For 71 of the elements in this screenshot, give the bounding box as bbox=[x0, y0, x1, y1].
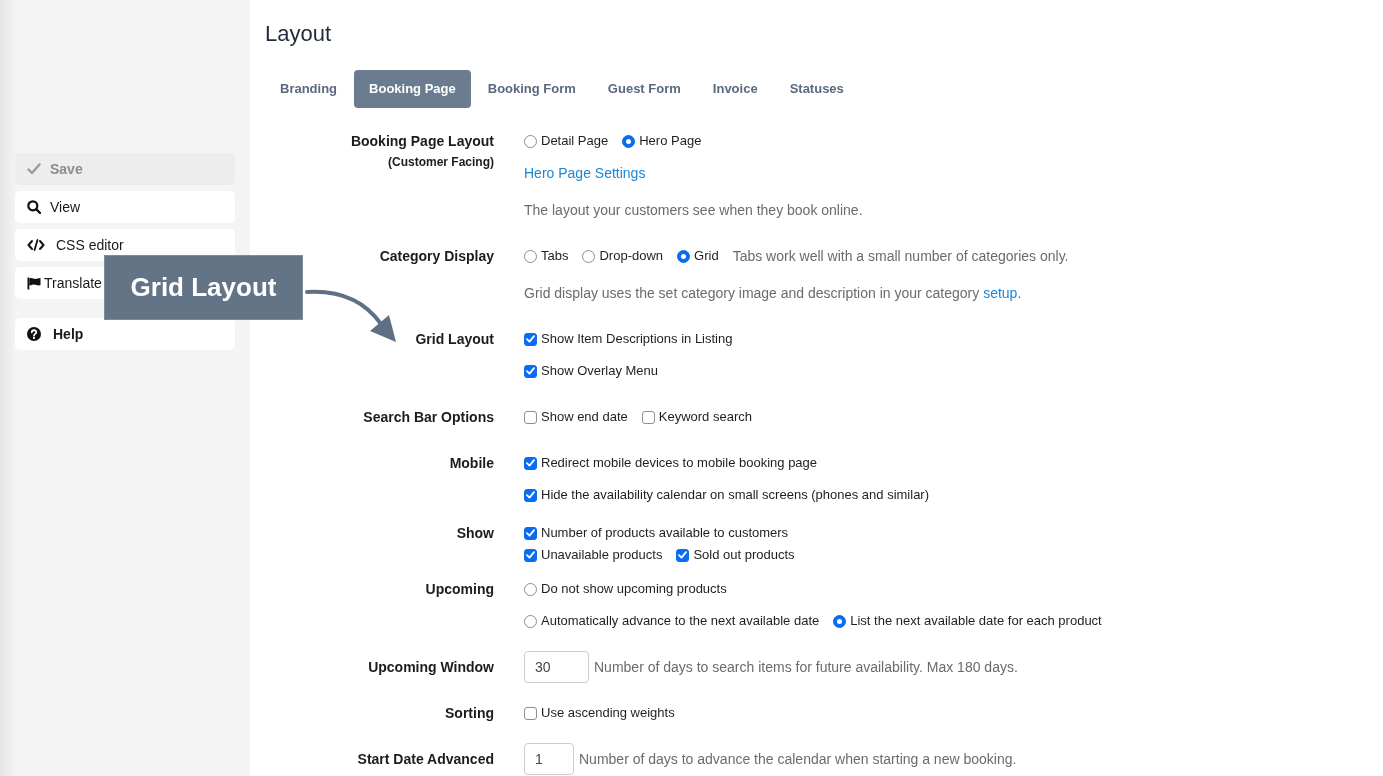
flag-icon bbox=[27, 276, 41, 290]
check-icon bbox=[27, 163, 41, 175]
checkbox[interactable] bbox=[524, 548, 537, 562]
checkbox-label: Show Item Descriptions in Listing bbox=[541, 330, 733, 349]
radio-label: Automatically advance to the next available date bbox=[541, 612, 820, 631]
checkbox-label: Show Overlay Menu bbox=[541, 362, 659, 381]
field-label: Start Date Advanced bbox=[357, 750, 494, 769]
code-icon bbox=[27, 239, 45, 251]
view-button[interactable]: View bbox=[15, 191, 235, 223]
field-label: Upcoming Window bbox=[368, 658, 494, 677]
help-text: Number of days to advance the calendar when starting a new booking. bbox=[579, 749, 1017, 769]
field-label: Grid Layout bbox=[415, 330, 494, 349]
search-icon bbox=[27, 200, 41, 214]
field-label: Show bbox=[456, 524, 494, 543]
radio-label: Grid bbox=[694, 247, 719, 266]
page-title: Layout bbox=[265, 20, 332, 48]
settings-link[interactable]: Hero Page Settings bbox=[524, 162, 646, 184]
radio-button[interactable] bbox=[524, 134, 537, 148]
field-sublabel: (Customer Facing) bbox=[388, 154, 494, 170]
help-button[interactable]: Help bbox=[15, 318, 235, 350]
radio-label: Do not show upcoming products bbox=[541, 580, 727, 599]
checkbox[interactable] bbox=[524, 456, 537, 470]
checkbox[interactable] bbox=[524, 706, 537, 720]
tab[interactable]: Booking Page bbox=[354, 70, 471, 108]
radio-label: Tabs bbox=[541, 247, 569, 266]
radio-button[interactable] bbox=[524, 249, 537, 263]
radio-label: Hero Page bbox=[639, 132, 702, 151]
radio-label: List the next available date for each product bbox=[850, 612, 1102, 631]
radio-label: Drop-down bbox=[599, 247, 664, 266]
radio-button[interactable] bbox=[524, 614, 537, 628]
checkbox-label: Hide the availability calendar on small screens (phones and similar) bbox=[541, 486, 930, 505]
tab[interactable]: Branding bbox=[265, 70, 353, 108]
number-input[interactable]: 30 bbox=[524, 651, 589, 683]
field-label: Upcoming bbox=[425, 580, 494, 599]
tab[interactable]: Booking Form bbox=[472, 70, 591, 108]
checkbox[interactable] bbox=[641, 410, 655, 424]
field-label: Mobile bbox=[449, 454, 494, 473]
tab[interactable]: Guest Form bbox=[592, 70, 696, 108]
field-label: Booking Page Layout bbox=[350, 132, 494, 151]
checkbox-label: Unavailable products bbox=[541, 546, 663, 565]
callout-label: Grid Layout bbox=[104, 255, 303, 320]
checkbox-label: Redirect mobile devices to mobile booking page bbox=[541, 454, 818, 473]
checkbox[interactable] bbox=[524, 332, 537, 346]
radio-button[interactable] bbox=[524, 582, 537, 596]
checkbox[interactable] bbox=[676, 548, 690, 562]
radio-button[interactable] bbox=[677, 249, 691, 263]
checkbox-label: Show end date bbox=[541, 408, 628, 427]
help-text: Grid display uses the set category image and description in your category setup. bbox=[524, 284, 1022, 303]
checkbox-label: Use ascending weights bbox=[541, 704, 675, 723]
field-label: Category Display bbox=[379, 247, 494, 266]
checkbox-label: Sold out products bbox=[693, 546, 795, 565]
help-text: Tabs work well with a small number of categories only. bbox=[732, 246, 1069, 266]
help-icon bbox=[27, 327, 41, 341]
help-text: The layout your customers see when they book online. bbox=[524, 201, 863, 220]
checkbox-label: Keyword search bbox=[658, 408, 752, 427]
number-input[interactable]: 1 bbox=[524, 743, 574, 775]
checkbox[interactable] bbox=[524, 410, 537, 424]
help-text: Number of days to search items for future availability. Max 180 days. bbox=[594, 657, 1018, 677]
checkbox[interactable] bbox=[524, 526, 537, 540]
field-label: Search Bar Options bbox=[363, 408, 494, 427]
radio-button[interactable] bbox=[833, 614, 847, 628]
tab[interactable]: Invoice bbox=[697, 70, 773, 108]
field-label: Sorting bbox=[445, 704, 494, 723]
tab[interactable]: Statuses bbox=[774, 70, 859, 108]
radio-button[interactable] bbox=[582, 249, 596, 263]
radio-label: Detail Page bbox=[541, 132, 609, 151]
checkbox[interactable] bbox=[524, 488, 537, 502]
radio-button[interactable] bbox=[622, 134, 636, 148]
translate-button[interactable]: Translate bbox=[15, 267, 104, 299]
checkbox[interactable] bbox=[524, 364, 537, 378]
checkbox-label: Number of products available to customers bbox=[541, 524, 789, 543]
